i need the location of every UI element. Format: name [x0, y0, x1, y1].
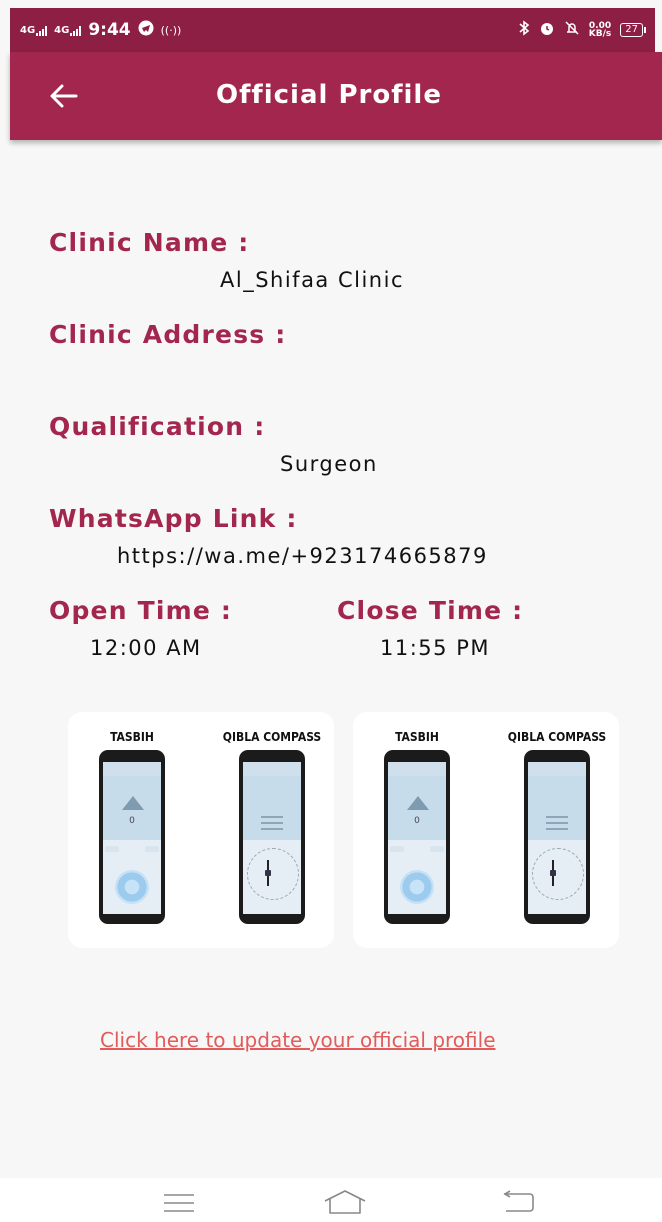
promo-caption: QIBLA COMPASS [222, 730, 322, 744]
signal-icon: 4G [54, 25, 82, 36]
clinic-name-label: Clinic Name : [49, 228, 250, 257]
open-time-label: Open Time : [49, 596, 233, 625]
status-time: 9:44 [88, 20, 131, 40]
battery-icon: 27 [620, 23, 646, 37]
tap-circle-icon [400, 870, 434, 904]
bluetooth-icon [518, 20, 530, 40]
system-nav-bar [0, 1178, 662, 1222]
qibla-preview: QIBLA COMPASS [216, 730, 328, 924]
mute-icon [564, 20, 580, 40]
hotspot-icon: ((·)) [160, 23, 182, 37]
update-profile-link[interactable]: Click here to update your official profi… [100, 1028, 496, 1052]
whatsapp-label: WhatsApp Link : [49, 504, 298, 533]
compass-icon [247, 848, 299, 900]
promo-card[interactable]: TASBIH 0 QIBLA COMPASS [68, 712, 334, 948]
arrow-left-icon [50, 84, 78, 108]
clinic-address-label: Clinic Address : [49, 320, 287, 349]
close-time-value: 11:55 PM [380, 636, 490, 660]
promo-caption: TASBIH [110, 730, 154, 744]
app-bar: Official Profile [10, 52, 662, 140]
counter-value: 0 [129, 816, 135, 826]
home-icon [324, 1190, 366, 1214]
promo-card[interactable]: TASBIH 0 QIBLA COMPASS [353, 712, 619, 948]
menu-button[interactable] [162, 1192, 196, 1218]
promo-caption: TASBIH [395, 730, 439, 744]
menu-icon [164, 1194, 194, 1212]
phone-image [239, 750, 305, 924]
status-bar: 4G 4G 9:44 ((·)) 0.00 KB/s 27 [10, 8, 655, 52]
promo-caption: QIBLA COMPASS [507, 730, 607, 744]
counter-value: 0 [414, 816, 420, 826]
clinic-name-value: Al_Shifaa Clinic [220, 268, 405, 292]
phone-image: 0 [384, 750, 450, 924]
alarm-icon [539, 20, 555, 40]
return-icon [503, 1190, 534, 1212]
telegram-icon [138, 20, 154, 40]
tasbih-preview: TASBIH 0 [76, 730, 188, 924]
qualification-label: Qualification : [49, 412, 266, 441]
status-left: 4G 4G 9:44 ((·)) [20, 20, 181, 40]
back-nav-button[interactable] [502, 1190, 536, 1220]
qualification-value: Surgeon [280, 452, 378, 476]
signal-icon: 4G [20, 25, 48, 36]
status-right: 0.00 KB/s 27 [518, 20, 646, 40]
tasbih-preview: TASBIH 0 [361, 730, 473, 924]
phone-image [524, 750, 590, 924]
page-title: Official Profile [216, 80, 442, 110]
net-speed: 0.00 KB/s [588, 21, 612, 39]
back-button[interactable] [46, 78, 82, 114]
whatsapp-value: https://wa.me/+923174665879 [117, 544, 488, 568]
home-button[interactable] [322, 1188, 368, 1220]
qibla-preview: QIBLA COMPASS [501, 730, 613, 924]
open-time-value: 12:00 AM [90, 636, 202, 660]
compass-icon [532, 848, 584, 900]
close-time-label: Close Time : [337, 596, 524, 625]
tap-circle-icon [115, 870, 149, 904]
phone-image: 0 [99, 750, 165, 924]
